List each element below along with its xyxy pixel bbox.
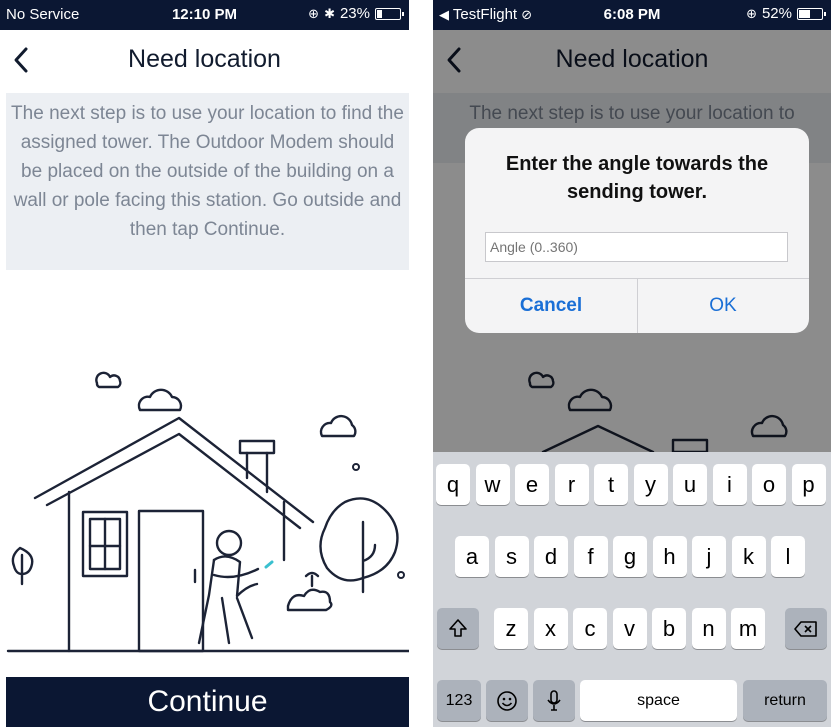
emoji-icon xyxy=(497,691,517,711)
key-g[interactable]: g xyxy=(613,536,647,577)
dictation-key[interactable] xyxy=(533,680,575,721)
rotation-lock-icon: ⊕ xyxy=(308,5,320,21)
shift-key[interactable] xyxy=(437,608,479,649)
numbers-key[interactable]: 123 xyxy=(437,680,481,721)
battery-percent: 23% xyxy=(339,5,370,22)
key-r[interactable]: r xyxy=(554,464,589,505)
key-l[interactable]: l xyxy=(771,536,805,577)
battery-percent: 52% xyxy=(761,5,792,22)
key-t[interactable]: t xyxy=(594,464,628,505)
rotation-lock-icon: ⊕ xyxy=(746,5,757,21)
key-e[interactable]: e xyxy=(515,464,549,505)
key-s[interactable]: s xyxy=(494,536,529,577)
key-v[interactable]: v xyxy=(612,608,647,649)
angle-input[interactable] xyxy=(485,232,788,262)
key-m[interactable]: m xyxy=(731,608,765,649)
status-bar: ◀ TestFlight ⊘ 6:08 PM ⊕ 52% xyxy=(433,0,831,30)
cancel-button[interactable]: Cancel xyxy=(465,279,637,333)
page-title: Need location xyxy=(128,45,281,73)
key-p[interactable]: p xyxy=(791,464,826,505)
key-o[interactable]: o xyxy=(752,464,786,505)
key-c[interactable]: c xyxy=(573,608,607,649)
bluetooth-icon: ✱ xyxy=(324,5,335,21)
return-key[interactable]: return xyxy=(743,680,827,721)
left-screen: No Service 12:10 PM ⊕ ✱ 23% Need locatio… xyxy=(0,0,409,727)
dialog-title: Enter the angle towards the sending towe… xyxy=(505,153,769,203)
key-h[interactable]: h xyxy=(652,536,687,577)
key-u[interactable]: u xyxy=(673,464,707,505)
key-j[interactable]: j xyxy=(692,536,726,577)
battery-icon xyxy=(375,7,404,20)
shift-icon xyxy=(449,619,467,637)
key-f[interactable]: f xyxy=(573,536,608,577)
ok-button[interactable]: OK xyxy=(637,279,809,333)
key-q[interactable]: q xyxy=(436,464,470,505)
instructions-text: The next step is to use your location to… xyxy=(6,93,409,270)
right-screen: ◀ TestFlight ⊘ 6:08 PM ⊕ 52% Need locati… xyxy=(433,0,831,727)
key-b[interactable]: b xyxy=(652,608,686,649)
backspace-icon xyxy=(794,621,817,637)
microphone-icon xyxy=(547,690,561,711)
key-k[interactable]: k xyxy=(731,536,766,577)
key-x[interactable]: x xyxy=(533,608,568,649)
emoji-key[interactable] xyxy=(486,680,528,721)
battery-icon xyxy=(797,7,826,20)
space-key[interactable]: space xyxy=(580,680,737,721)
keyboard: 123 space return qwertyuiop asdfghjkl zxcv… xyxy=(433,452,831,727)
key-z[interactable]: z xyxy=(494,608,528,649)
nav-bar: Need location xyxy=(0,30,409,90)
key-w[interactable]: w xyxy=(475,464,510,505)
continue-button[interactable]: Continue xyxy=(6,677,409,727)
delete-key[interactable] xyxy=(785,608,827,649)
key-a[interactable]: a xyxy=(455,536,489,577)
angle-dialog: Enter the angle towards the sending towe… xyxy=(465,128,809,333)
key-y[interactable]: y xyxy=(633,464,668,505)
key-n[interactable]: n xyxy=(691,608,726,649)
key-d[interactable]: d xyxy=(534,536,568,577)
status-bar: No Service 12:10 PM ⊕ ✱ 23% xyxy=(0,0,409,30)
house-illustration xyxy=(6,371,409,653)
key-i[interactable]: i xyxy=(712,464,747,505)
